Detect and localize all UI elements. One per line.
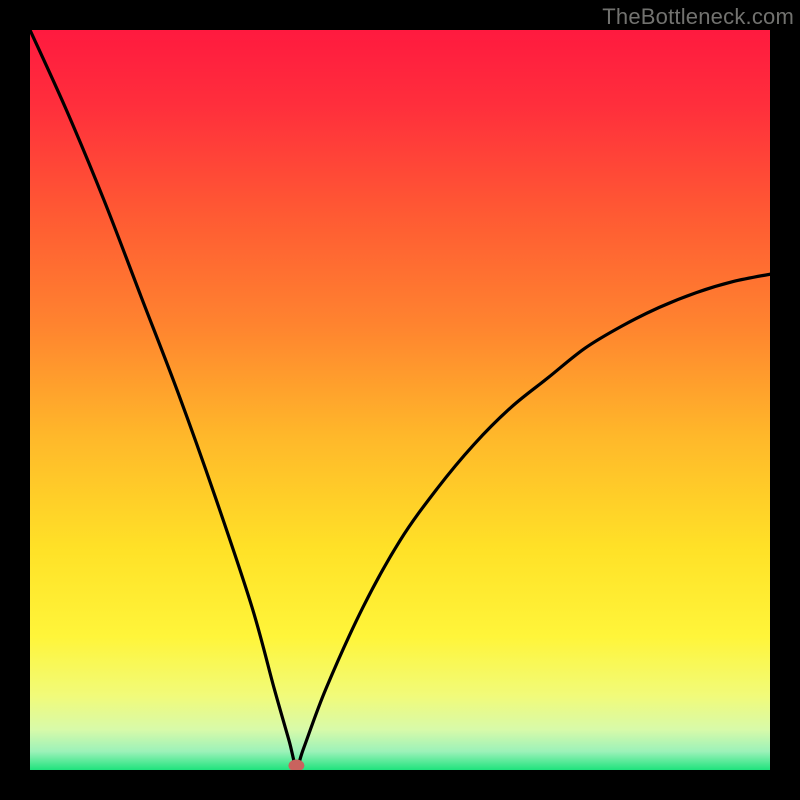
bottleneck-chart <box>30 30 770 770</box>
gradient-background <box>30 30 770 770</box>
chart-frame: TheBottleneck.com <box>0 0 800 800</box>
watermark-text: TheBottleneck.com <box>602 4 794 30</box>
plot-area <box>30 30 770 770</box>
